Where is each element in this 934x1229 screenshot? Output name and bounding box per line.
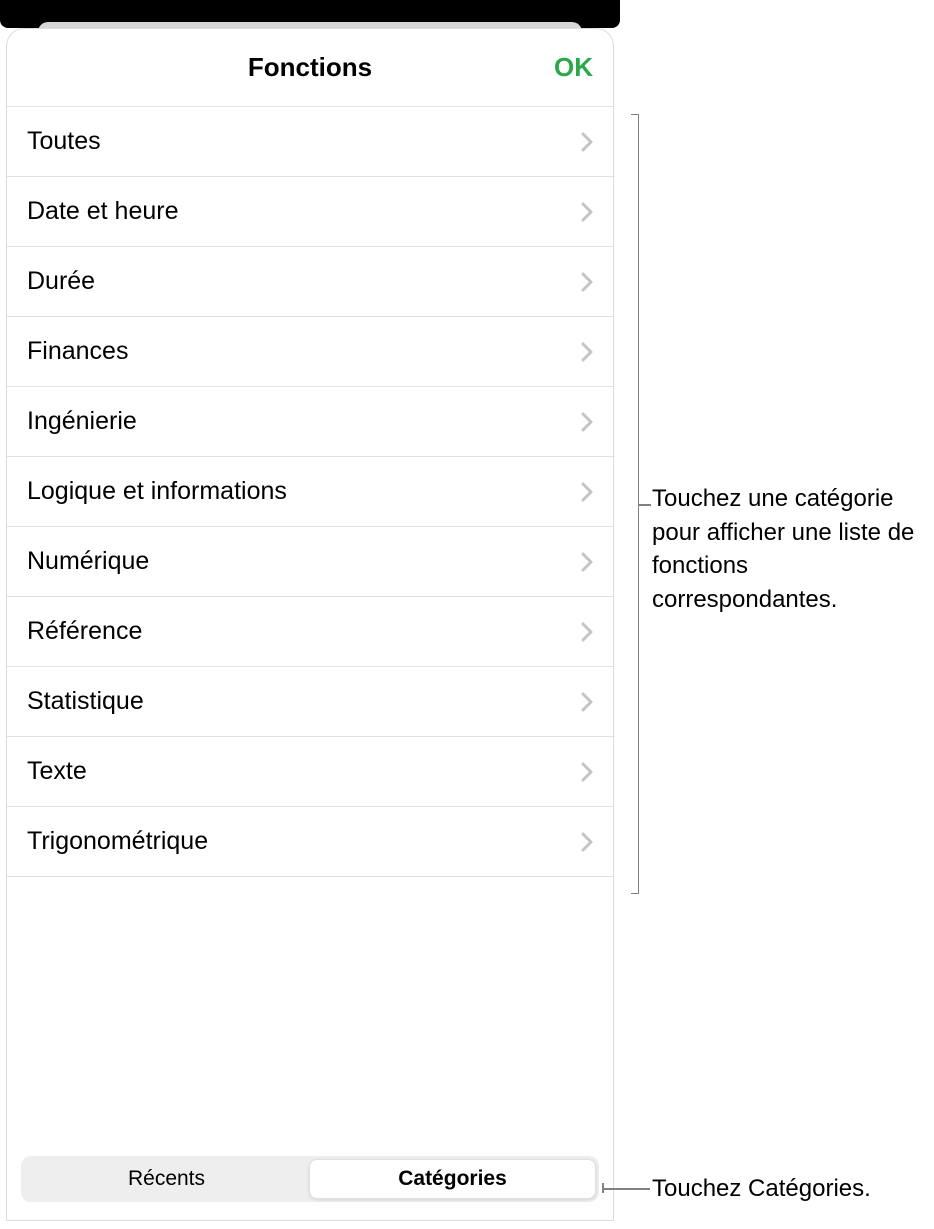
category-item-logic-info[interactable]: Logique et informations xyxy=(7,457,613,527)
chevron-right-icon xyxy=(581,762,593,782)
functions-panel: Fonctions OK Toutes Date et heure Durée Fin… xyxy=(6,28,614,1221)
category-label: Numérique xyxy=(27,547,149,576)
annotations: Touchez une catégorie pour afficher une … xyxy=(620,0,934,1229)
callout-tab: Touchez Catégories. xyxy=(652,1172,871,1206)
category-item-statistical[interactable]: Statistique xyxy=(7,667,613,737)
panel-title: Fonctions xyxy=(248,52,372,83)
callout-tick xyxy=(602,1183,604,1193)
ok-button[interactable]: OK xyxy=(554,52,593,83)
chevron-right-icon xyxy=(581,692,593,712)
chevron-right-icon xyxy=(581,202,593,222)
category-label: Référence xyxy=(27,617,142,646)
category-item-trigonometric[interactable]: Trigonométrique xyxy=(7,807,613,877)
device-frame: Fonctions OK Toutes Date et heure Durée Fin… xyxy=(0,0,620,1229)
chevron-right-icon xyxy=(581,412,593,432)
panel-header: Fonctions OK xyxy=(7,29,613,107)
category-item-numeric[interactable]: Numérique xyxy=(7,527,613,597)
category-item-reference[interactable]: Référence xyxy=(7,597,613,667)
category-item-text[interactable]: Texte xyxy=(7,737,613,807)
chevron-right-icon xyxy=(581,832,593,852)
chevron-right-icon xyxy=(581,482,593,502)
chevron-right-icon xyxy=(581,132,593,152)
chevron-right-icon xyxy=(581,552,593,572)
category-item-engineering[interactable]: Ingénierie xyxy=(7,387,613,457)
category-label: Date et heure xyxy=(27,197,179,226)
category-item-duration[interactable]: Durée xyxy=(7,247,613,317)
segment-categories[interactable]: Catégories xyxy=(309,1159,596,1199)
segment-control: Récents Catégories xyxy=(21,1156,599,1202)
callout-bracket xyxy=(631,114,639,894)
segment-recent[interactable]: Récents xyxy=(24,1159,309,1199)
callout-connector xyxy=(639,504,651,506)
category-label: Statistique xyxy=(27,687,144,716)
category-label: Texte xyxy=(27,757,87,786)
chevron-right-icon xyxy=(581,272,593,292)
category-label: Ingénierie xyxy=(27,407,137,436)
category-list: Toutes Date et heure Durée Finances Ingénier… xyxy=(7,107,613,1146)
chevron-right-icon xyxy=(581,622,593,642)
category-label: Finances xyxy=(27,337,128,366)
chevron-right-icon xyxy=(581,342,593,362)
category-label: Durée xyxy=(27,267,95,296)
callout-connector-tab xyxy=(602,1188,650,1190)
panel-footer: Récents Catégories xyxy=(7,1146,613,1220)
category-label: Trigonométrique xyxy=(27,827,208,856)
category-label: Logique et informations xyxy=(27,477,287,506)
callout-list: Touchez une catégorie pour afficher une … xyxy=(652,482,932,616)
category-item-finance[interactable]: Finances xyxy=(7,317,613,387)
category-label: Toutes xyxy=(27,127,101,156)
category-item-all[interactable]: Toutes xyxy=(7,107,613,177)
category-item-date-time[interactable]: Date et heure xyxy=(7,177,613,247)
